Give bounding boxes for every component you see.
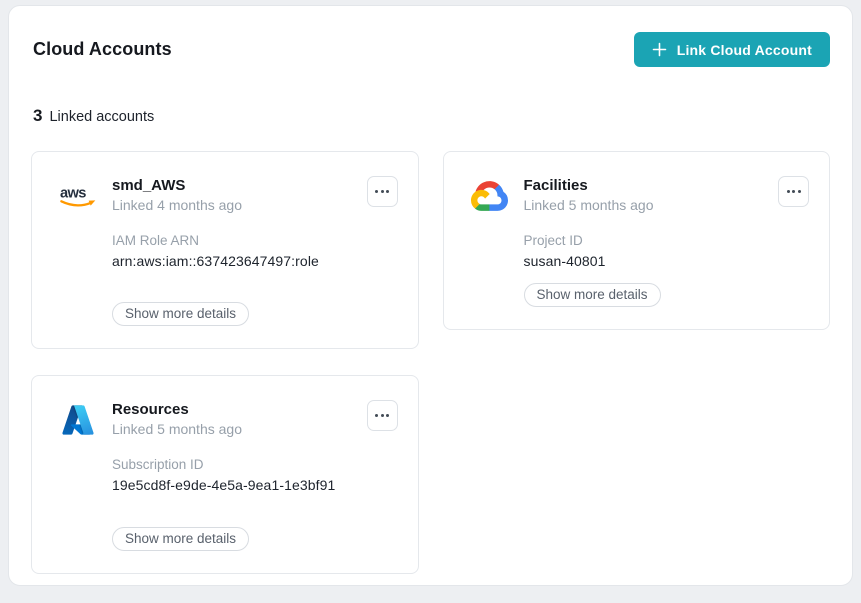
google-cloud-logo-icon (470, 176, 510, 216)
account-card-aws: aws smd_AWS Linked 4 months ago IAM Role… (31, 151, 419, 349)
field-label: Project ID (524, 233, 810, 248)
svg-text:aws: aws (60, 185, 86, 201)
card-header: Facilities Linked 5 months ago (470, 176, 810, 216)
account-name: smd_AWS (112, 177, 242, 194)
azure-logo-icon (58, 400, 98, 440)
card-header: Resources Linked 5 months ago (58, 400, 398, 440)
field-value: 19e5cd8f-e9de-4e5a-9ea1-1e3bf91 (112, 477, 398, 493)
field-label: IAM Role ARN (112, 233, 398, 248)
card-menu-button[interactable] (367, 400, 398, 431)
card-header-text: Resources Linked 5 months ago (112, 400, 242, 440)
ellipsis-icon (375, 190, 389, 193)
link-cloud-account-button[interactable]: Link Cloud Account (634, 32, 830, 67)
field-value: arn:aws:iam::637423647497:role (112, 253, 398, 269)
plus-icon (652, 42, 667, 57)
linked-accounts-count: 3 (33, 106, 42, 126)
account-card-azure: Resources Linked 5 months ago Subscripti… (31, 375, 419, 574)
account-linked-time: Linked 5 months ago (112, 421, 242, 437)
card-fields: Project ID susan-40801 (524, 233, 810, 269)
card-menu-button[interactable] (778, 176, 809, 207)
show-more-details-button[interactable]: Show more details (524, 283, 661, 307)
field-value: susan-40801 (524, 253, 810, 269)
show-more-details-button[interactable]: Show more details (112, 527, 249, 551)
card-header: aws smd_AWS Linked 4 months ago (58, 176, 398, 216)
page-title: Cloud Accounts (31, 39, 172, 60)
account-card-gcp: Facilities Linked 5 months ago Project I… (443, 151, 831, 330)
account-name: Resources (112, 401, 242, 418)
account-linked-time: Linked 5 months ago (524, 197, 654, 213)
linked-accounts-label: Linked accounts (49, 109, 154, 125)
account-name: Facilities (524, 177, 654, 194)
account-linked-time: Linked 4 months ago (112, 197, 242, 213)
linked-accounts-summary: 3 Linked accounts (31, 106, 830, 126)
ellipsis-icon (787, 190, 801, 193)
card-header-text: smd_AWS Linked 4 months ago (112, 176, 242, 216)
card-fields: Subscription ID 19e5cd8f-e9de-4e5a-9ea1-… (112, 457, 398, 493)
card-header-text: Facilities Linked 5 months ago (524, 176, 654, 216)
field-label: Subscription ID (112, 457, 398, 472)
accounts-grid: aws smd_AWS Linked 4 months ago IAM Role… (31, 151, 830, 574)
cloud-accounts-panel: Cloud Accounts Link Cloud Account 3 Link… (8, 5, 853, 586)
link-cloud-account-label: Link Cloud Account (677, 42, 812, 58)
card-menu-button[interactable] (367, 176, 398, 207)
card-fields: IAM Role ARN arn:aws:iam::637423647497:r… (112, 233, 398, 269)
ellipsis-icon (375, 414, 389, 417)
page-header: Cloud Accounts Link Cloud Account (31, 32, 830, 67)
show-more-details-button[interactable]: Show more details (112, 302, 249, 326)
aws-logo-icon: aws (58, 176, 98, 216)
